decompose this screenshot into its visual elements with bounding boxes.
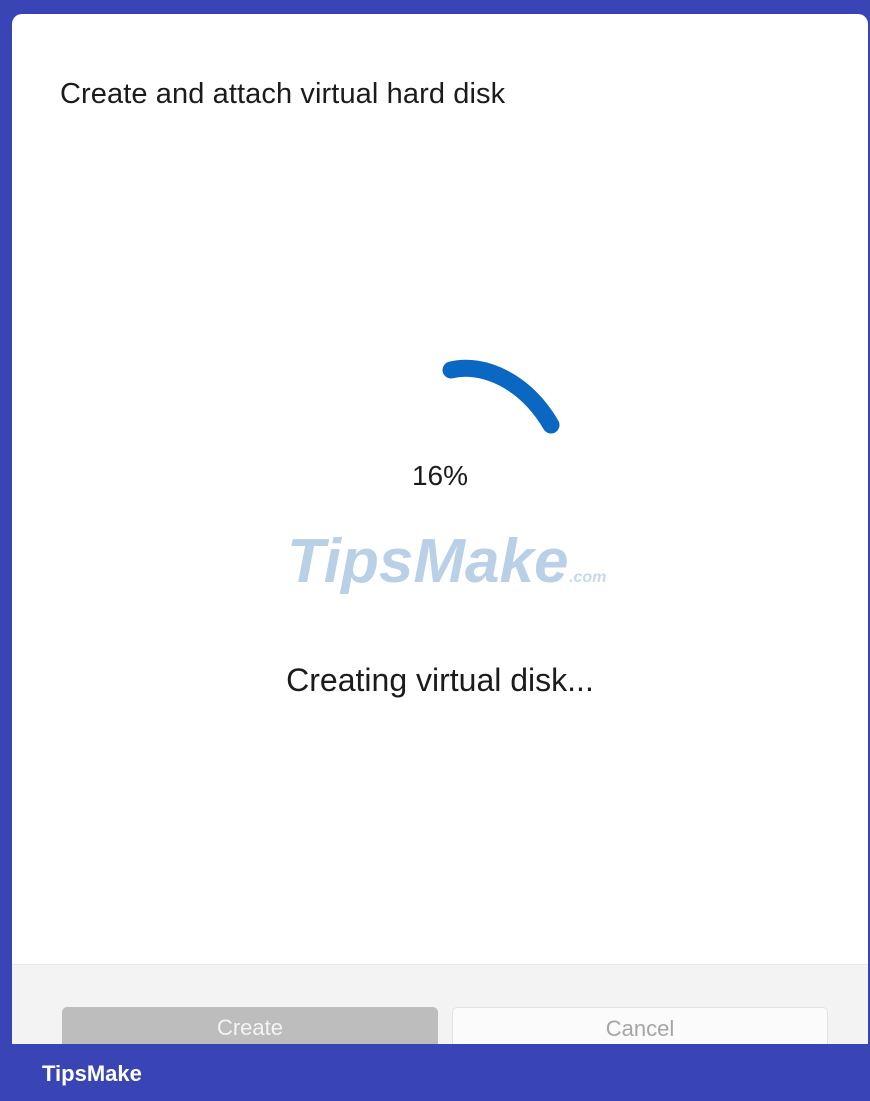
cancel-button[interactable]: Cancel (452, 1007, 828, 1044)
watermark-brand: TipsMake (287, 527, 568, 594)
dialog: Create and attach virtual hard disk 16% … (12, 14, 868, 1044)
dialog-footer: Create Cancel (12, 964, 868, 1044)
watermark-logo: TipsMake .com (287, 527, 606, 594)
dialog-title: Create and attach virtual hard disk (60, 78, 506, 110)
progress-ring-icon (442, 359, 560, 434)
brand-bar: TipsMake (0, 1044, 870, 1101)
brand-bar-label: TipsMake (42, 1061, 142, 1086)
progress-percent: 16% (411, 460, 469, 491)
watermark-suffix: .com (569, 569, 606, 586)
status-text: Creating virtual disk... (286, 662, 594, 698)
create-button[interactable]: Create (62, 1007, 438, 1044)
